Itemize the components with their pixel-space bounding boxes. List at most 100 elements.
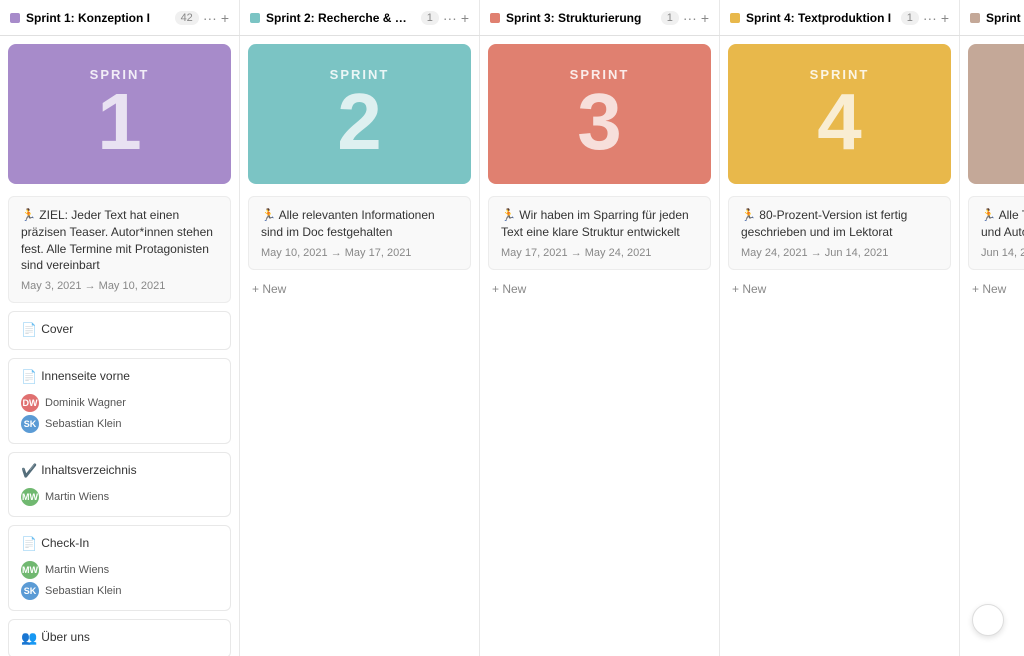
sprint-number: 4	[817, 82, 862, 162]
sprint-dates: May 17, 2021 → May 24, 2021	[501, 247, 698, 259]
help-button[interactable]	[972, 604, 1004, 636]
sprint-number: 2	[337, 82, 382, 162]
board-column-col3: SPRINT3 🏃 Wir haben im Sparring für jeden…	[480, 36, 720, 656]
board-column-col4: SPRINT4 🏃 80-Prozent-Version ist fertig g…	[720, 36, 960, 656]
assignee-name: Sebastian Klein	[45, 418, 121, 430]
sprint-goal: 🏃 Alle relevanten Informationen sind im …	[261, 207, 458, 241]
sprint-dates: May 10, 2021 → May 17, 2021	[261, 247, 458, 259]
task-type-icon: 📄	[21, 536, 37, 553]
col-count: 1	[661, 11, 679, 25]
assignee-name: Martin Wiens	[45, 564, 109, 576]
col-header-title: Sprint 3: Strukturierung	[506, 11, 655, 25]
sprint-info-card: 🏃 Alle relevanten Informationen sind im …	[248, 196, 471, 270]
col-header-title: Sprint 1: Konzeption I	[26, 11, 169, 25]
task-card[interactable]: 👥Über uns	[8, 619, 231, 656]
avatar: MW	[21, 561, 39, 579]
add-item-icon[interactable]: +	[221, 10, 229, 26]
task-title-text: Innenseite vorne	[41, 369, 130, 385]
col-header-dot	[730, 13, 740, 23]
col-header-dot	[970, 13, 980, 23]
assignee-name: Sebastian Klein	[45, 585, 121, 597]
col-header-dot	[490, 13, 500, 23]
sprint-info-card: 🏃 ZIEL: Jeder Text hat einen präzisen Te…	[8, 196, 231, 303]
col-count: 1	[901, 11, 919, 25]
col-header-title: Sprint 4: Textproduktion I	[746, 11, 895, 25]
assignee: MW Martin Wiens	[21, 561, 218, 579]
board-body: SPRINT1 🏃 ZIEL: Jeder Text hat einen präz…	[0, 36, 1024, 656]
task-type-icon: 📄	[21, 322, 37, 339]
col-header-title: Sprint 2: Recherche & Brain	[266, 11, 415, 25]
col-header-col2: Sprint 2: Recherche & Brain 1 ··· +	[240, 0, 480, 35]
task-card[interactable]: 📄Innenseite vorneDWDominik WagnerSKSebas…	[8, 358, 231, 444]
more-options-icon[interactable]: ···	[923, 10, 937, 26]
col-header-dot	[10, 13, 20, 23]
col-header-col3: Sprint 3: Strukturierung 1 ··· +	[480, 0, 720, 35]
task-title-text: Check-In	[41, 536, 89, 552]
sprint-dates: May 3, 2021 → May 10, 2021	[21, 280, 218, 292]
sprint-card: SPRINT3	[488, 44, 711, 184]
assignee: SK Sebastian Klein	[21, 415, 218, 433]
sprint-info-card: 🏃 Alle Texte sind lektoriert und Autor*i…	[968, 196, 1024, 270]
sprint-goal: 🏃 ZIEL: Jeder Text hat einen präzisen Te…	[21, 207, 218, 274]
new-item-button[interactable]: + New	[240, 274, 479, 304]
task-card[interactable]: 📄Cover	[8, 311, 231, 350]
col-header-col1: Sprint 1: Konzeption I 42 ··· +	[0, 0, 240, 35]
col-header-title: Sprint 5: Le	[986, 11, 1024, 25]
assignee-name: Martin Wiens	[45, 491, 109, 503]
task-title: 📄Check-In	[21, 536, 218, 553]
task-card[interactable]: ✔️Inhaltsverzeichnis MW Martin Wiens	[8, 452, 231, 517]
new-item-button[interactable]: + New	[960, 274, 1024, 304]
add-item-icon[interactable]: +	[941, 10, 949, 26]
board-column-col5: SPRINT5 🏃 Alle Texte sind lektoriert und …	[960, 36, 1024, 656]
sprint-dates: Jun 14, 2021	[981, 247, 1024, 259]
sprint-goal: 🏃 80-Prozent-Version ist fertig geschrie…	[741, 207, 938, 241]
avatar: DW	[21, 394, 39, 412]
task-title: 👥Über uns	[21, 630, 218, 647]
avatar: MW	[21, 488, 39, 506]
add-item-icon[interactable]: +	[701, 10, 709, 26]
sprint-card: SPRINT2	[248, 44, 471, 184]
board-container: Sprint 1: Konzeption I42···+Sprint 2: Re…	[0, 0, 1024, 656]
sprint-card: SPRINT1	[8, 44, 231, 184]
task-title: ✔️Inhaltsverzeichnis	[21, 463, 218, 480]
col-header-dot	[250, 13, 260, 23]
task-type-icon: 👥	[21, 630, 37, 647]
task-assignees: MW Martin Wiens	[21, 488, 218, 506]
add-item-icon[interactable]: +	[461, 10, 469, 26]
task-type-icon: ✔️	[21, 463, 37, 480]
task-title-text: Cover	[41, 322, 73, 338]
board-column-col2: SPRINT2 🏃 Alle relevanten Informationen s…	[240, 36, 480, 656]
sprint-number: 1	[97, 82, 142, 162]
assignee: MW Martin Wiens	[21, 488, 218, 506]
task-assignees: DW Dominik Wagner SK Sebastian Klein	[21, 394, 218, 433]
assignee: SK Sebastian Klein	[21, 582, 218, 600]
more-options-icon[interactable]: ···	[683, 10, 697, 26]
sprint-dates: May 24, 2021 → Jun 14, 2021	[741, 247, 938, 259]
task-type-icon: 📄	[21, 369, 37, 386]
board-column-col1: SPRINT1 🏃 ZIEL: Jeder Text hat einen präz…	[0, 36, 240, 656]
assignee-name: Dominik Wagner	[45, 397, 126, 409]
task-card[interactable]: 📄Check-InMWMartin WiensSKSebastian Klein	[8, 525, 231, 611]
more-options-icon[interactable]: ···	[203, 10, 217, 26]
task-title: 📄Innenseite vorne	[21, 369, 218, 386]
sprint-card: SPRINT5	[968, 44, 1024, 184]
more-options-icon[interactable]: ···	[443, 10, 457, 26]
task-title-text: Über uns	[41, 630, 90, 646]
assignee: DW Dominik Wagner	[21, 394, 218, 412]
new-item-button[interactable]: + New	[720, 274, 959, 304]
avatar: SK	[21, 415, 39, 433]
avatar: SK	[21, 582, 39, 600]
sprint-info-card: 🏃 80-Prozent-Version ist fertig geschrie…	[728, 196, 951, 270]
new-item-button[interactable]: + New	[480, 274, 719, 304]
task-assignees: MW Martin Wiens SK Sebastian Klein	[21, 561, 218, 600]
sprint-number: 3	[577, 82, 622, 162]
columns-header: Sprint 1: Konzeption I42···+Sprint 2: Re…	[0, 0, 1024, 36]
col-count: 42	[175, 11, 199, 25]
sprint-card: SPRINT4	[728, 44, 951, 184]
task-title: 📄Cover	[21, 322, 218, 339]
col-header-col5: Sprint 5: Le···+	[960, 0, 1024, 35]
sprint-goal: 🏃 Alle Texte sind lektoriert und Autor*i…	[981, 207, 1024, 241]
col-header-col4: Sprint 4: Textproduktion I 1 ··· +	[720, 0, 960, 35]
sprint-info-card: 🏃 Wir haben im Sparring für jeden Text e…	[488, 196, 711, 270]
col-count: 1	[421, 11, 439, 25]
